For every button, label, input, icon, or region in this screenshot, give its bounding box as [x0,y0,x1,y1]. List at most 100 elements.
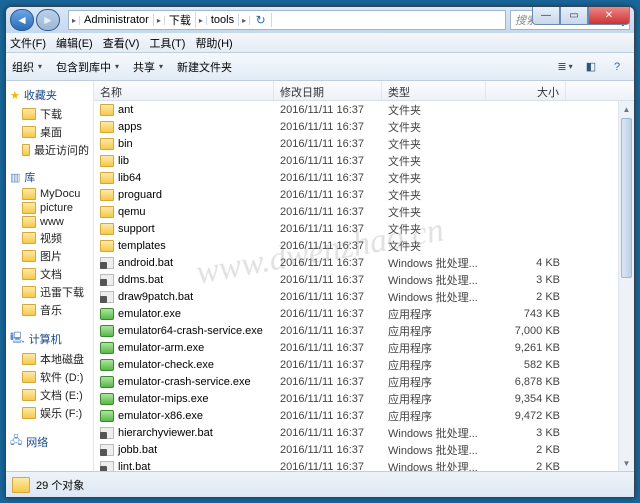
file-row[interactable]: lint.bat2016/11/11 16:37Windows 批处理...2 … [94,458,618,471]
file-row[interactable]: emulator64-crash-service.exe2016/11/11 1… [94,322,618,339]
file-row[interactable]: emulator-arm.exe2016/11/11 16:37应用程序9,26… [94,339,618,356]
file-size: 3 KB [486,274,566,286]
file-size: 582 KB [486,359,566,371]
organize-button[interactable]: 组织 [12,59,42,75]
file-date: 2016/11/11 16:37 [274,257,382,269]
file-row[interactable]: emulator-check.exe2016/11/11 16:37应用程序58… [94,356,618,373]
scroll-up-button[interactable]: ▲ [619,101,634,117]
col-name[interactable]: 名称 [94,81,274,100]
sidebar-item-lib-0[interactable]: MyDocu [6,187,93,201]
crumb-0[interactable]: Administrator [80,14,154,26]
file-row[interactable]: lib642016/11/11 16:37文件夹 [94,169,618,186]
sidebar-item-lib-7[interactable]: 音乐 [6,301,93,319]
sidebar-group-libraries[interactable]: ▥库 [6,167,93,187]
status-count: 29 个对象 [36,477,84,493]
menu-view[interactable]: 查看(V) [103,35,140,51]
file-date: 2016/11/11 16:37 [274,461,382,472]
file-row[interactable]: android.bat2016/11/11 16:37Windows 批处理..… [94,254,618,271]
sidebar-item-fav-1[interactable]: 桌面 [6,123,93,141]
file-row[interactable]: qemu2016/11/11 16:37文件夹 [94,203,618,220]
sidebar-item-lib-1[interactable]: picture [6,201,93,215]
folder-icon [22,371,36,383]
folder-icon [100,189,114,201]
scrollbar[interactable]: ▲ ▼ [618,101,634,471]
file-row[interactable]: support2016/11/11 16:37文件夹 [94,220,618,237]
sidebar-item-fav-2[interactable]: 最近访问的 [6,141,93,159]
sidebar-group-network[interactable]: 🖧网络 [6,430,93,453]
sidebar-item-lib-2[interactable]: www [6,215,93,229]
col-date[interactable]: 修改日期 [274,81,382,100]
file-date: 2016/11/11 16:37 [274,342,382,354]
file-row[interactable]: ant2016/11/11 16:37文件夹 [94,101,618,118]
sidebar-item-lib-6[interactable]: 迅雷下载 [6,283,93,301]
folder-icon [100,155,114,167]
file-type: 应用程序 [382,391,486,407]
sidebar-item-lib-4[interactable]: 图片 [6,247,93,265]
crumb-1[interactable]: 下载 [165,12,196,28]
nav-back-button[interactable]: ◄ [10,9,34,31]
include-button[interactable]: 包含到库中 [56,59,119,75]
menu-edit[interactable]: 编辑(E) [56,35,93,51]
file-date: 2016/11/11 16:37 [274,393,382,405]
bat-icon [100,444,114,456]
file-name: ant [118,104,133,116]
file-list: ant2016/11/11 16:37文件夹apps2016/11/11 16:… [94,101,618,471]
maximize-button[interactable]: ▭ [560,7,588,25]
folder-icon [100,104,114,116]
file-row[interactable]: emulator.exe2016/11/11 16:37应用程序743 KB [94,305,618,322]
file-row[interactable]: emulator-mips.exe2016/11/11 16:37应用程序9,3… [94,390,618,407]
menu-file[interactable]: 文件(F) [10,35,46,51]
file-row[interactable]: ddms.bat2016/11/11 16:37Windows 批处理...3 … [94,271,618,288]
file-row[interactable]: emulator-x86.exe2016/11/11 16:37应用程序9,47… [94,407,618,424]
col-size[interactable]: 大小 [486,81,566,100]
sidebar-item-pc-2[interactable]: 文档 (E:) [6,386,93,404]
sidebar-group-favorites[interactable]: ★收藏夹 [6,85,93,105]
file-date: 2016/11/11 16:37 [274,155,382,167]
sidebar-item-pc-0[interactable]: 本地磁盘 [6,350,93,368]
file-date: 2016/11/11 16:37 [274,206,382,218]
file-date: 2016/11/11 16:37 [274,274,382,286]
help-button[interactable]: ? [606,57,628,77]
scroll-down-button[interactable]: ▼ [619,455,634,471]
sidebar-item-lib-3[interactable]: 视频 [6,229,93,247]
newfolder-button[interactable]: 新建文件夹 [177,59,232,75]
file-row[interactable]: bin2016/11/11 16:37文件夹 [94,135,618,152]
preview-pane-button[interactable]: ◧ [580,57,602,77]
sidebar-item-lib-5[interactable]: 文档 [6,265,93,283]
file-date: 2016/11/11 16:37 [274,427,382,439]
close-button[interactable]: ✕ [588,7,630,25]
file-row[interactable]: apps2016/11/11 16:37文件夹 [94,118,618,135]
exe-icon [100,376,114,388]
crumb-2[interactable]: tools [207,14,239,26]
col-type[interactable]: 类型 [382,81,486,100]
file-row[interactable]: lib2016/11/11 16:37文件夹 [94,152,618,169]
file-row[interactable]: emulator-crash-service.exe2016/11/11 16:… [94,373,618,390]
file-date: 2016/11/11 16:37 [274,104,382,116]
file-size: 2 KB [486,291,566,303]
crumb-root-icon[interactable]: ▸ [69,16,80,25]
sidebar-item-pc-3[interactable]: 娱乐 (F:) [6,404,93,422]
sidebar-group-computer[interactable]: 🖳计算机 [6,327,93,350]
nav-forward-button[interactable]: ► [36,9,60,31]
sidebar-item-pc-1[interactable]: 软件 (D:) [6,368,93,386]
computer-icon: 🖳 [10,329,25,348]
folder-icon [12,477,30,493]
breadcrumb[interactable]: ▸ Administrator▸ 下载▸ tools▸ ↻ [68,10,506,30]
file-row[interactable]: proguard2016/11/11 16:37文件夹 [94,186,618,203]
sidebar-item-fav-0[interactable]: 下载 [6,105,93,123]
menu-tools[interactable]: 工具(T) [149,35,185,51]
file-row[interactable]: templates2016/11/11 16:37文件夹 [94,237,618,254]
share-button[interactable]: 共享 [133,59,163,75]
folder-icon [100,206,114,218]
scroll-thumb[interactable] [621,118,632,278]
file-row[interactable]: hierarchyviewer.bat2016/11/11 16:37Windo… [94,424,618,441]
view-mode-button[interactable]: ≣ [554,57,576,77]
menu-help[interactable]: 帮助(H) [195,35,232,51]
file-row[interactable]: jobb.bat2016/11/11 16:37Windows 批处理...2 … [94,441,618,458]
refresh-icon[interactable]: ↻ [250,13,272,27]
exe-icon [100,325,114,337]
file-size: 4 KB [486,257,566,269]
minimize-button[interactable]: — [532,7,560,25]
file-row[interactable]: draw9patch.bat2016/11/11 16:37Windows 批处… [94,288,618,305]
file-date: 2016/11/11 16:37 [274,291,382,303]
